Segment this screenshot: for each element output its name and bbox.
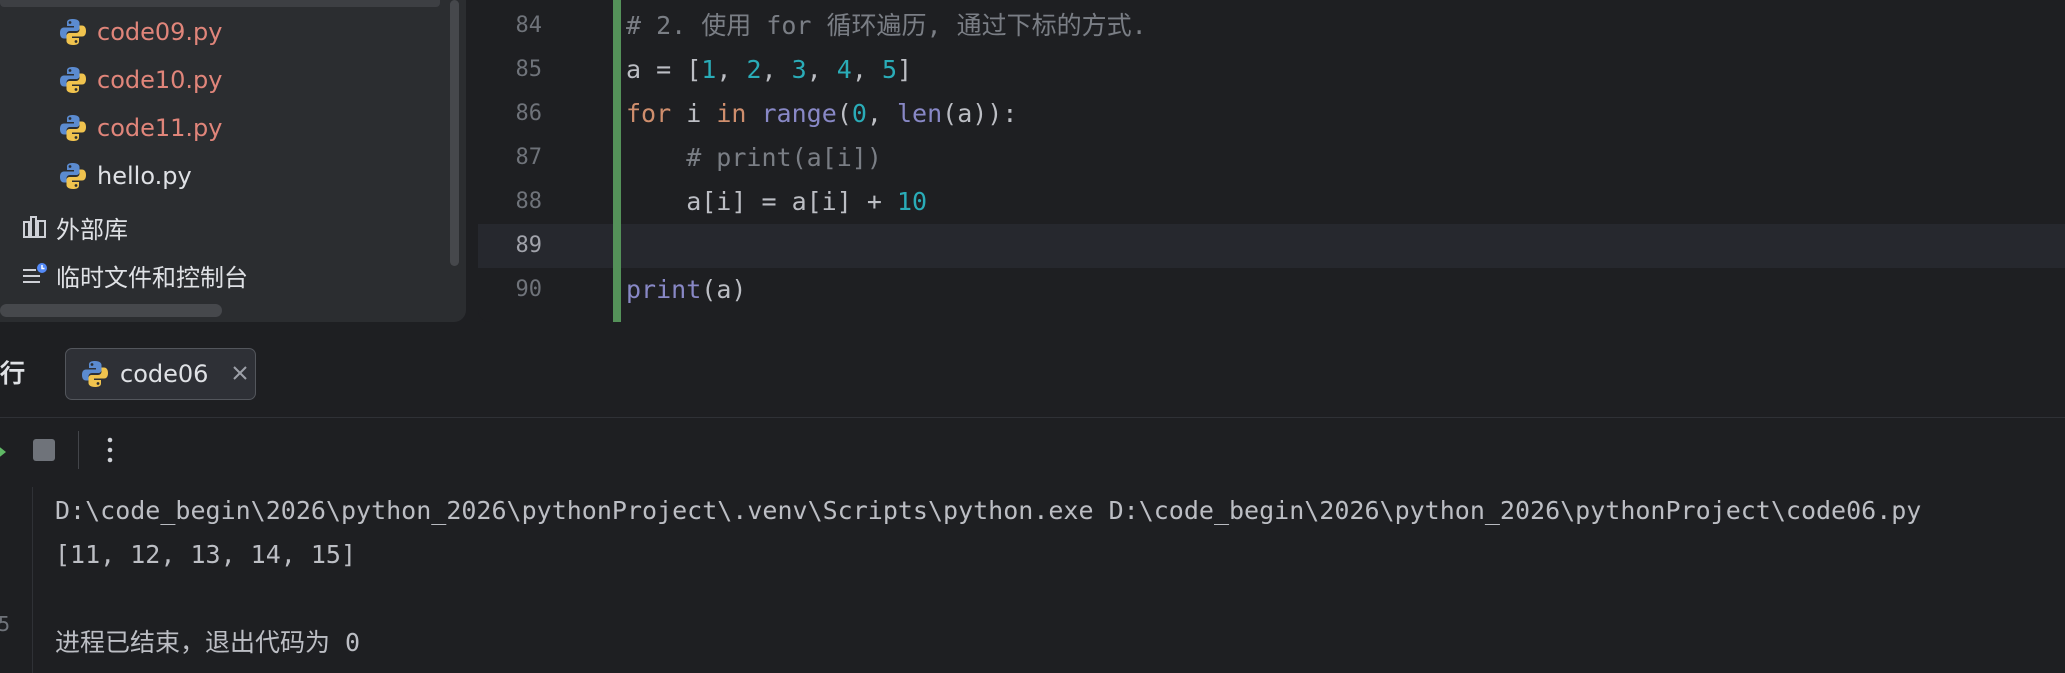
python-logo-icon [58,113,88,143]
code-token: , [851,55,882,84]
code-token: , [761,55,792,84]
code-token: 0 [851,99,867,128]
code-text: print(a) [626,268,746,312]
tree-node-label: 临时文件和控制台 [56,263,248,292]
line-number: 88 [515,189,543,214]
code-token: (a) [701,275,747,304]
console-line: [11, 12, 13, 14, 15] [55,540,357,569]
line-number: 89 [515,233,543,258]
tree-node-label: 外部库 [56,215,128,244]
console-gutter-mark: 5 [0,612,11,636]
library-icon [22,214,48,240]
run-tab-code06[interactable]: code06 [65,348,256,400]
code-token: , [806,55,837,84]
rerun-icon[interactable] [0,434,14,470]
code-line[interactable]: 90 print(a) [478,268,2065,312]
code-token: in [716,99,747,128]
code-line[interactable]: 87 # print(a[i]) [478,136,2065,180]
stop-button[interactable] [33,439,55,461]
tree-vertical-scrollbar[interactable] [450,0,459,266]
tree-file-row[interactable]: code10.py [58,56,222,104]
code-line[interactable]: 86 for i in range(0, len(a)): [478,92,2065,136]
line-number: 87 [515,145,543,170]
code-text: for i in range(0, len(a)): [626,92,1017,136]
tree-horizontal-scrollbar[interactable] [0,304,222,317]
tree-file-row[interactable]: hello.py [58,152,192,200]
code-token: ( [836,99,852,128]
code-token: len [896,99,943,128]
python-logo-icon [58,161,88,191]
scratches-icon [22,262,48,288]
tree-file-row[interactable]: code09.py [58,8,222,56]
run-tool-window-header: 行 code06 [0,333,2065,418]
code-token: 2 [746,55,762,84]
code-line[interactable]: 84 # 2. 使用 for 循环遍历, 通过下标的方式. [478,4,2065,48]
run-tab-label: code06 [120,360,209,388]
code-editor[interactable]: 84 # 2. 使用 for 循环遍历, 通过下标的方式. 85 a = [1, 2,… [478,0,2065,322]
code-token: ] [897,55,913,84]
close-icon[interactable] [230,363,250,383]
console-line: D:\code_begin\2026\python_2026\pythonPro… [55,496,1922,525]
python-logo-icon [80,359,110,389]
python-logo-icon [58,65,88,95]
code-token: i [671,99,717,128]
code-text: # print(a[i]) [626,136,882,180]
vcs-change-marker[interactable] [613,0,621,322]
code-token: range [761,99,837,128]
line-number: 86 [515,101,543,126]
tree-file-label: code09.py [97,18,223,46]
code-text: a = [1, 2, 3, 4, 5] [626,48,912,92]
code-token: 4 [836,55,852,84]
code-token: a = [ [626,55,702,84]
code-token: for [626,99,672,128]
code-token: # 2. 使用 for 循环遍历, 通过下标的方式. [626,11,1147,40]
code-token: , [866,99,897,128]
code-token: 1 [701,55,717,84]
tree-file-row[interactable]: code11.py [58,104,222,152]
code-token: 3 [791,55,807,84]
code-text: # 2. 使用 for 循环遍历, 通过下标的方式. [626,4,1147,48]
code-token: 10 [896,187,928,216]
tree-file-label: code10.py [97,66,223,94]
tree-node-external-libraries[interactable]: 外部库 [22,203,128,251]
code-line[interactable]: 85 a = [1, 2, 3, 4, 5] [478,48,2065,92]
line-number: 85 [515,57,543,82]
tree-file-label: hello.py [97,162,192,190]
code-token: # print(a[i]) [626,143,882,172]
code-token: print [626,275,702,304]
project-tool-window: code09.py code10.py code11.py hello.py 外部库 … [0,0,466,322]
code-token: (a)): [942,99,1018,128]
code-text: a[i] = a[i] + 10 [626,180,927,224]
tree-file-label: code11.py [97,114,223,142]
run-toolbar [0,418,2065,486]
line-number: 90 [515,277,543,302]
run-window-title: 行 [0,359,26,388]
code-line[interactable]: 89 [478,224,2065,268]
more-vertical-icon[interactable] [100,432,120,468]
tree-header-strip [0,0,440,7]
code-token: , [716,55,747,84]
console-gutter [0,487,33,673]
code-line[interactable]: 88 a[i] = a[i] + 10 [478,180,2065,224]
code-token: 5 [881,55,898,84]
line-number: 84 [515,13,543,38]
tree-node-scratches[interactable]: 临时文件和控制台 [22,251,248,299]
python-logo-icon [58,17,88,47]
console-line: 进程已结束，退出代码为 0 [55,628,361,657]
run-console-output[interactable]: D:\code_begin\2026\python_2026\pythonPro… [55,487,2055,673]
code-token: a[i] = a[i] + [626,187,897,216]
toolbar-separator [78,431,79,469]
